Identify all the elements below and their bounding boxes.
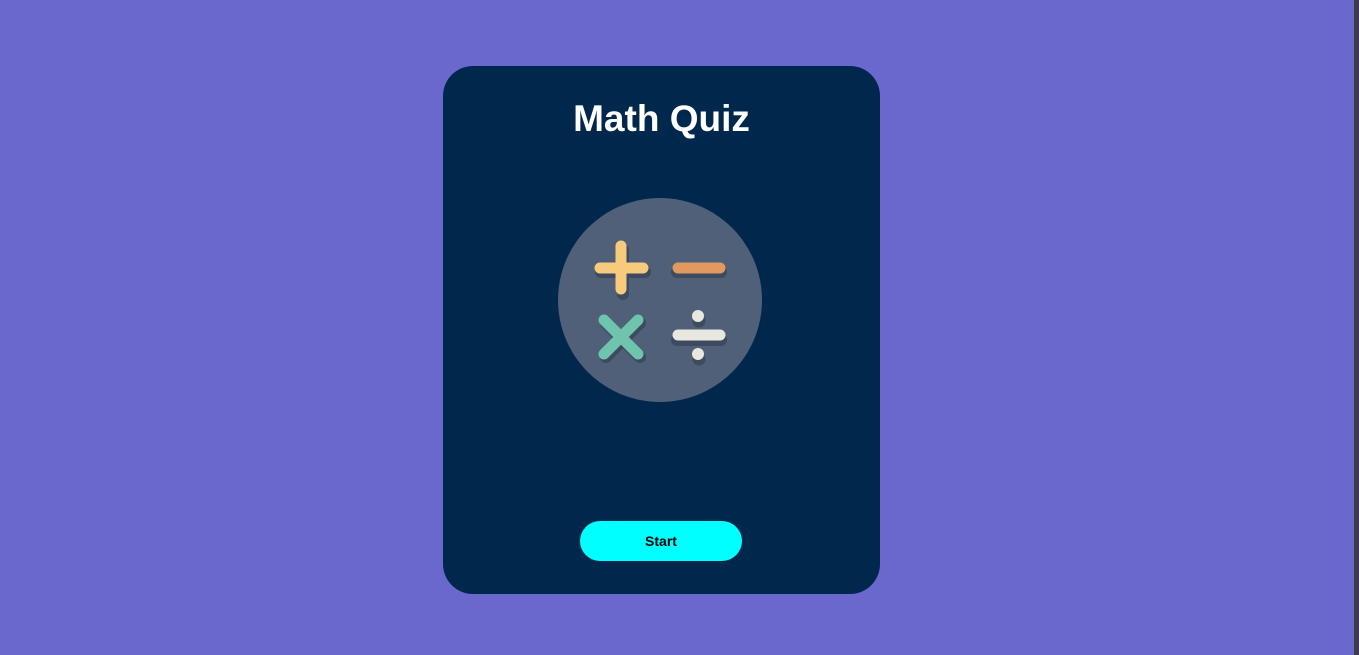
window-edge bbox=[1354, 0, 1359, 655]
math-operators-icon bbox=[558, 198, 762, 402]
start-button[interactable]: Start bbox=[580, 521, 742, 561]
quiz-card: Math Quiz Start bbox=[443, 66, 880, 594]
icon-background-circle bbox=[558, 198, 762, 402]
page-title: Math Quiz bbox=[573, 98, 750, 139]
